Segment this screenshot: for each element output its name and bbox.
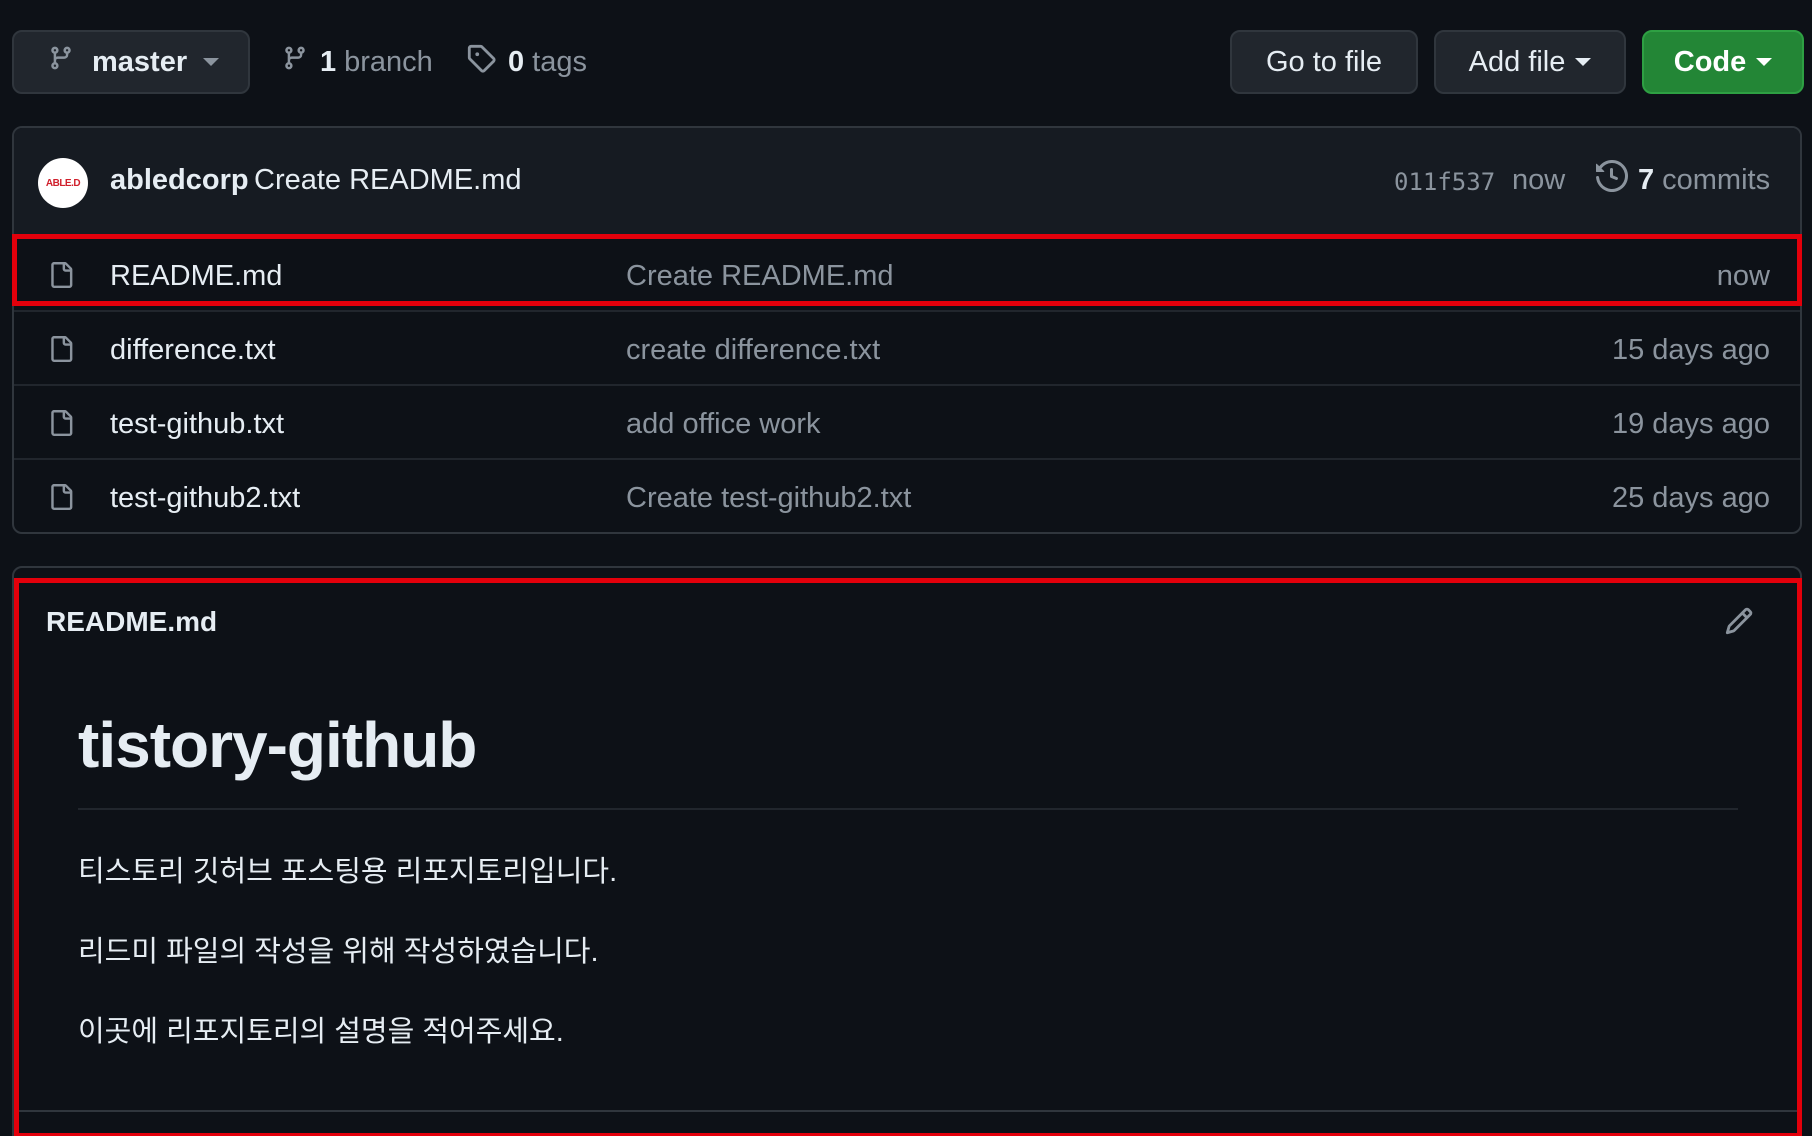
tags-link[interactable]: 0 tags <box>466 30 587 94</box>
file-name[interactable]: difference.txt <box>110 334 276 367</box>
commit-count: 7 <box>1638 163 1655 196</box>
code-button[interactable]: Code <box>1642 30 1804 94</box>
commit-history-link[interactable]: 7 commits <box>1596 158 1770 202</box>
readme-paragraph: 티스토리 깃허브 포스팅용 리포지토리입니다. <box>78 856 618 888</box>
file-age: 25 days ago <box>1611 482 1770 514</box>
add-file-button[interactable]: Add file <box>1434 30 1626 94</box>
file-row[interactable]: README.md Create README.md now <box>14 236 1800 310</box>
commit-time: now <box>1512 164 1566 196</box>
commit-message[interactable]: Create README.md <box>254 164 522 197</box>
repo-page: master 1 branch 0 tags Go to file Add fi… <box>0 0 1812 1136</box>
code-label: Code <box>1673 45 1747 78</box>
history-icon <box>1596 159 1629 200</box>
file-row[interactable]: test-github2.txt Create test-github2.txt… <box>14 458 1800 532</box>
file-icon <box>48 334 74 369</box>
file-age: 15 days ago <box>1611 334 1770 366</box>
file-commit-message[interactable]: Create test-github2.txt <box>626 482 911 515</box>
branch-word: branch <box>344 45 433 78</box>
branch-count: 1 <box>320 45 337 78</box>
caret-down-icon <box>1756 58 1773 66</box>
readme-paragraph: 이곳에 리포지토리의 설명을 적어주세요. <box>78 1016 564 1048</box>
go-to-file-button[interactable]: Go to file <box>1230 30 1418 94</box>
branch-selector-label: master <box>92 45 188 78</box>
caret-down-icon <box>203 58 220 66</box>
file-commit-message[interactable]: Create README.md <box>626 260 894 293</box>
file-age: now <box>1716 260 1770 292</box>
readme-bottom-border <box>14 1110 1800 1112</box>
go-to-file-label: Go to file <box>1265 45 1383 78</box>
branch-selector-button[interactable]: master <box>12 30 250 94</box>
tag-icon <box>466 43 496 81</box>
file-name[interactable]: test-github.txt <box>110 408 284 441</box>
file-icon <box>48 482 74 517</box>
file-row[interactable]: test-github.txt add office work 19 days … <box>14 384 1800 458</box>
repo-toolbar: master 1 branch 0 tags Go to file Add fi… <box>12 30 1804 94</box>
file-name[interactable]: README.md <box>110 260 282 293</box>
tag-count: 0 <box>508 45 525 78</box>
file-age: 19 days ago <box>1611 408 1770 440</box>
avatar[interactable]: ABLE.D <box>38 158 88 208</box>
commit-count-word: commits <box>1662 163 1771 196</box>
commit-sha[interactable]: 011f537 <box>1394 168 1495 196</box>
readme-filename[interactable]: README.md <box>46 606 217 638</box>
file-browser: ABLE.D abledcorp Create README.md 011f53… <box>12 126 1802 534</box>
file-icon <box>48 408 74 443</box>
heading-divider <box>78 808 1738 810</box>
readme-heading: tistory-github <box>78 709 477 781</box>
file-commit-message[interactable]: add office work <box>626 408 821 441</box>
git-branch-icon <box>282 43 308 81</box>
pencil-icon[interactable] <box>1724 606 1754 641</box>
readme-paragraph: 리드미 파일의 작성을 위해 작성하였습니다. <box>78 936 599 968</box>
file-commit-message[interactable]: create difference.txt <box>626 334 880 367</box>
file-name[interactable]: test-github2.txt <box>110 482 300 515</box>
file-icon <box>48 260 74 295</box>
commit-author[interactable]: abledcorp <box>110 164 249 197</box>
file-row[interactable]: difference.txt create difference.txt 15 … <box>14 310 1800 384</box>
avatar-logo-text: ABLE.D <box>45 177 81 189</box>
branches-link[interactable]: 1 branch <box>282 30 433 94</box>
add-file-label: Add file <box>1468 45 1566 78</box>
git-branch-icon <box>48 43 74 81</box>
readme-panel: README.md tistory-github 티스토리 깃허브 포스팅용 리… <box>12 566 1802 1136</box>
tag-word: tags <box>532 45 587 78</box>
caret-down-icon <box>1575 58 1592 66</box>
latest-commit-bar: ABLE.D abledcorp Create README.md 011f53… <box>14 128 1800 236</box>
